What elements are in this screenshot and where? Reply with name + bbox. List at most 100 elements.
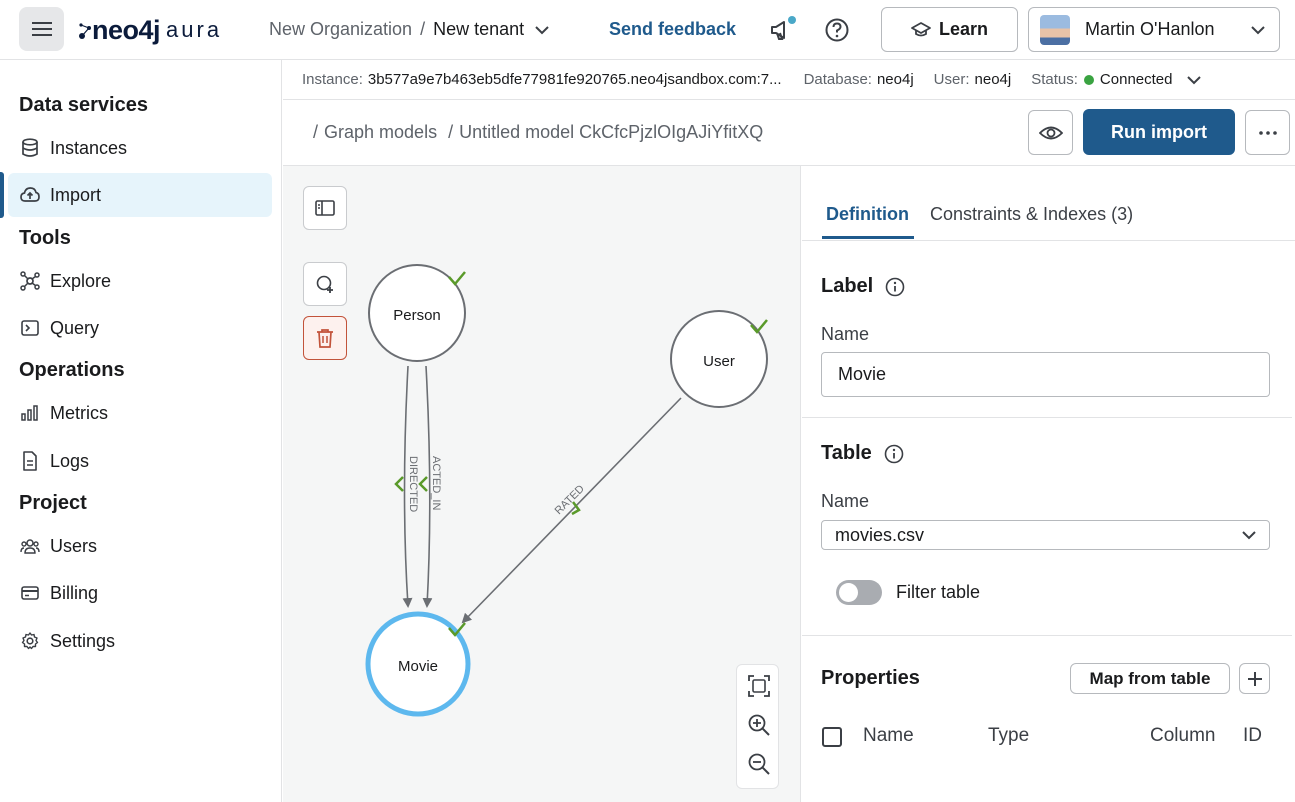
breadcrumb-graph-models[interactable]: Graph models — [324, 122, 437, 142]
filter-table-label: Filter table — [896, 582, 981, 602]
sidebar-item-instances[interactable]: Instances — [8, 126, 272, 170]
zoom-in-icon — [748, 714, 770, 736]
user-name: Martin O'Hanlon — [1085, 19, 1215, 39]
status-label: Status: — [1031, 71, 1078, 88]
zoom-in-button[interactable] — [747, 713, 771, 737]
help-button[interactable] — [824, 17, 850, 43]
label-name-input[interactable]: Movie — [821, 352, 1270, 397]
hamburger-menu-button[interactable] — [19, 7, 64, 51]
sidebar-item-label: Import — [50, 184, 102, 205]
toggle-side-panel-button[interactable] — [303, 186, 347, 230]
plus-icon — [1247, 671, 1262, 686]
bar-chart-icon — [20, 403, 40, 423]
fit-screen-icon — [748, 675, 770, 697]
breadcrumb-separator: / — [448, 122, 454, 142]
info-icon[interactable] — [884, 444, 904, 464]
tenant-selector[interactable]: New tenant — [433, 19, 524, 40]
announcements-button[interactable] — [768, 16, 796, 44]
map-from-table-button[interactable]: Map from table — [1070, 663, 1230, 694]
chevron-down-icon[interactable] — [534, 25, 550, 35]
edge-label-acted-in: ACTED_IN — [430, 456, 442, 510]
sidebar-item-logs[interactable]: Logs — [8, 439, 272, 483]
tab-constraints-indexes[interactable]: Constraints & Indexes (3) — [930, 204, 1133, 225]
check-icon — [418, 476, 428, 492]
org-breadcrumb: New Organization / New tenant — [269, 19, 550, 40]
logo-graph-icon — [79, 23, 91, 39]
menu-icon — [31, 22, 52, 36]
instance-label: Instance: — [302, 71, 363, 88]
node-label: Person — [393, 307, 441, 324]
node-label: Movie — [398, 658, 438, 675]
sidebar-item-label: Explore — [50, 270, 112, 291]
panel-tabs: Definition Constraints & Indexes (3) — [802, 166, 1295, 241]
database-label: Database: — [803, 71, 872, 88]
zoom-out-button[interactable] — [747, 752, 771, 776]
instance-value: 3b577a9e7b463eb5dfe77981fe920765.neo4jsa… — [367, 71, 782, 88]
tab-definition[interactable]: Definition — [826, 204, 909, 225]
add-node-button[interactable] — [303, 262, 347, 306]
breadcrumb-separator: / — [313, 122, 319, 142]
sidebar-item-label: Users — [50, 535, 98, 556]
zoom-controls — [736, 664, 779, 789]
database-icon — [20, 138, 40, 158]
section-data-services: Data services — [19, 94, 148, 116]
eye-icon — [1038, 126, 1063, 139]
org-link[interactable]: New Organization — [269, 19, 412, 40]
sidebar-item-query[interactable]: Query — [8, 306, 272, 350]
database-value: neo4j — [876, 71, 914, 88]
learn-label: Learn — [938, 19, 989, 39]
table-select-value: movies.csv — [835, 524, 925, 545]
cloud-upload-icon — [20, 185, 40, 205]
sidebar-item-metrics[interactable]: Metrics — [8, 391, 272, 435]
zoom-out-icon — [748, 753, 770, 775]
run-import-button[interactable]: Run import — [1083, 109, 1235, 155]
section-project: Project — [19, 492, 87, 514]
add-property-button[interactable] — [1239, 663, 1270, 694]
edge-label-directed: DIRECTED — [407, 456, 419, 512]
learn-button[interactable]: Learn — [881, 7, 1018, 52]
add-node-icon — [316, 275, 333, 293]
sidebar-item-label: Logs — [50, 450, 90, 471]
table-section-text: Table — [821, 442, 872, 464]
select-all-checkbox[interactable] — [822, 727, 842, 747]
chevron-down-icon — [1242, 531, 1256, 540]
sidebar-item-label: Instances — [50, 137, 128, 158]
delete-button[interactable] — [303, 316, 347, 360]
preview-button[interactable] — [1028, 110, 1073, 155]
filter-table-toggle[interactable] — [836, 580, 882, 605]
section-tools: Tools — [19, 227, 71, 249]
sidebar-item-label: Query — [50, 317, 100, 338]
section-operations: Operations — [19, 359, 125, 381]
megaphone-icon — [771, 16, 796, 40]
more-options-button[interactable] — [1245, 110, 1290, 155]
chevron-down-icon — [1251, 26, 1265, 35]
sidebar-item-import[interactable]: Import — [8, 173, 272, 217]
table-select[interactable]: movies.csv — [821, 520, 1270, 550]
send-feedback-link[interactable]: Send feedback — [609, 19, 736, 40]
logo-subtext: aura — [166, 17, 223, 42]
table-name-label: Name — [821, 491, 870, 511]
sidebar-item-label: Billing — [50, 582, 99, 603]
neo4j-aura-logo[interactable]: neo4j aura — [78, 14, 222, 46]
user-menu-button[interactable]: Martin O'Hanlon — [1028, 7, 1280, 52]
status-dot — [1083, 74, 1094, 85]
fit-to-screen-button[interactable] — [747, 674, 771, 698]
column-header-id: ID — [1243, 725, 1262, 746]
sidebar-item-users[interactable]: Users — [8, 524, 272, 568]
sidebar-item-explore[interactable]: Explore — [8, 259, 272, 303]
status-value: Connected — [1099, 71, 1173, 88]
info-icon[interactable] — [885, 277, 905, 297]
sidebar-item-billing[interactable]: Billing — [8, 571, 272, 615]
edge-acted-in — [422, 365, 433, 608]
label-name-label: Name — [821, 324, 870, 344]
check-icon — [394, 476, 404, 492]
graph-canvas[interactable]: DIRECTED ACTED_IN RATED Person User Movi… — [283, 166, 801, 802]
sidebar-item-label: Metrics — [50, 402, 108, 423]
sidebar-panel-icon — [315, 200, 335, 216]
node-user: User — [670, 310, 768, 408]
gear-icon — [20, 631, 40, 651]
label-section-text: Label — [821, 275, 874, 297]
breadcrumb-model-name[interactable]: Untitled model CkCfcPjzlOIgAJiYfitXQ — [459, 122, 763, 142]
sidebar-item-settings[interactable]: Settings — [8, 619, 272, 663]
chevron-down-icon[interactable] — [1186, 75, 1202, 85]
